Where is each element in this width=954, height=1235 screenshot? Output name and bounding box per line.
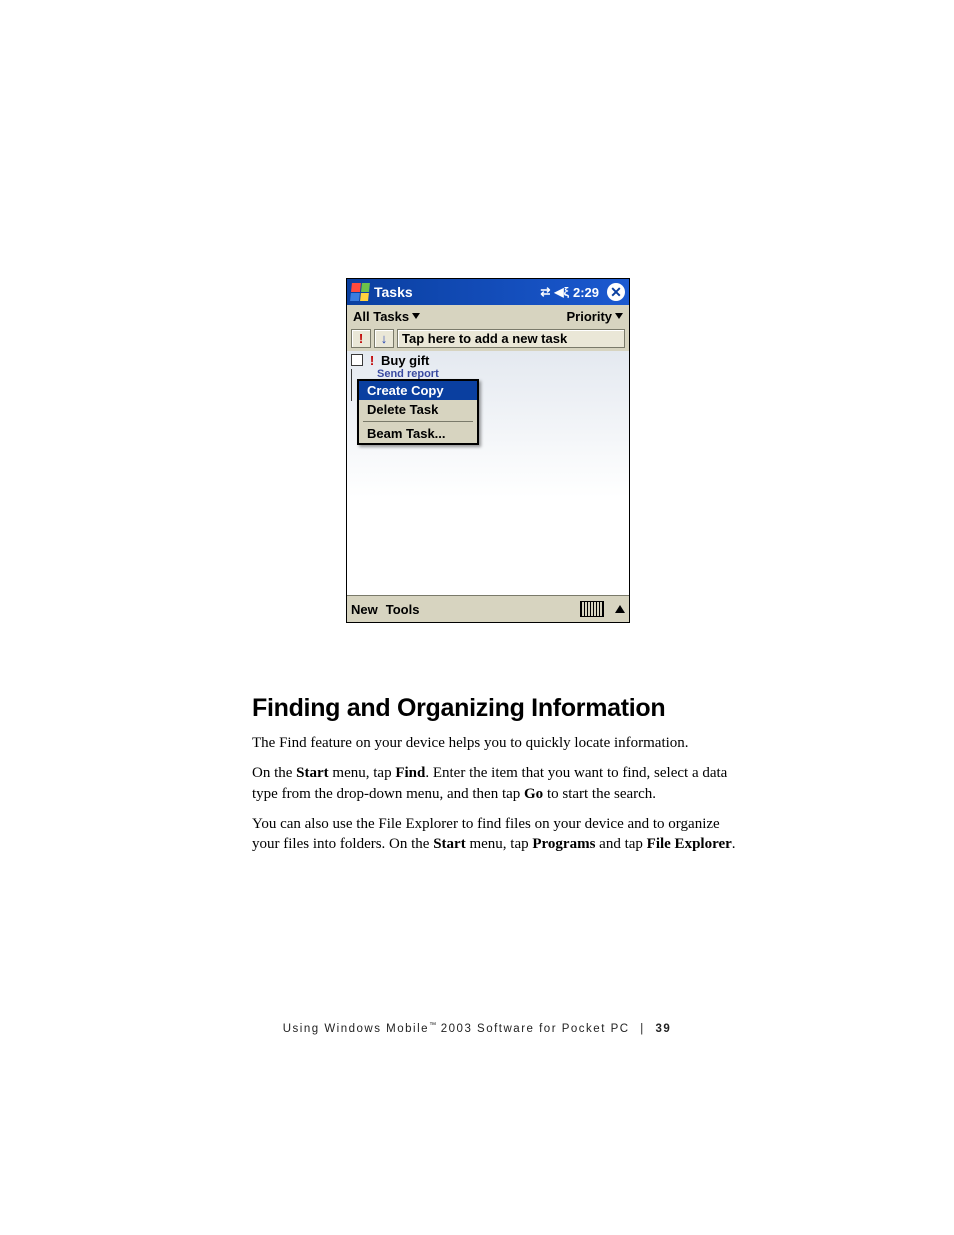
sort-priority-dropdown[interactable]: Priority: [566, 309, 623, 324]
task-row[interactable]: Send report: [347, 369, 629, 379]
chevron-down-icon: [412, 313, 420, 319]
paragraph: On the Start menu, tap Find. Enter the i…: [252, 763, 742, 804]
footer-text: Using Windows Mobile: [283, 1023, 429, 1035]
task-label: Send report: [377, 369, 439, 379]
filter-right-label: Priority: [566, 309, 612, 324]
task-label: Buy gift: [381, 353, 429, 368]
task-checkbox[interactable]: [351, 354, 363, 366]
priority-high-button[interactable]: !: [351, 329, 371, 348]
new-task-input[interactable]: Tap here to add a new task: [397, 329, 625, 348]
trademark-symbol: ™: [429, 1022, 436, 1029]
filter-bar: All Tasks Priority: [347, 305, 629, 327]
windows-flag-icon[interactable]: [350, 283, 370, 301]
filter-left-label: All Tasks: [353, 309, 409, 324]
clock-time: 2:29: [573, 285, 599, 300]
paragraph: You can also use the File Explorer to fi…: [252, 814, 742, 855]
priority-low-button[interactable]: ↓: [374, 329, 394, 348]
new-task-row: ! ↓ Tap here to add a new task: [347, 327, 629, 351]
connectivity-icon[interactable]: ⇄: [540, 285, 550, 299]
page-footer: Using Windows Mobile™ 2003 Software for …: [0, 1022, 954, 1035]
section-heading: Finding and Organizing Information: [252, 694, 742, 723]
task-checkbox[interactable]: [351, 369, 352, 401]
menu-item-create-copy[interactable]: Create Copy: [359, 381, 477, 400]
pocket-pc-screenshot: Tasks ⇄ ◀ξ 2:29 ✕ All Tasks Priority ! ↓: [346, 278, 630, 623]
sip-up-icon[interactable]: [615, 605, 625, 613]
menu-item-delete-task[interactable]: Delete Task: [359, 400, 477, 419]
new-task-placeholder: Tap here to add a new task: [402, 331, 567, 346]
task-list: ! Buy gift Send report Create Copy Delet…: [347, 351, 629, 595]
volume-icon[interactable]: ◀ξ: [554, 285, 569, 299]
footer-text: 2003 Software for Pocket PC: [436, 1023, 630, 1035]
menu-tools[interactable]: Tools: [386, 602, 420, 617]
task-row[interactable]: ! Buy gift: [347, 351, 629, 369]
paragraph: The Find feature on your device helps yo…: [252, 733, 742, 753]
page-number: 39: [655, 1023, 671, 1035]
document-body: Finding and Organizing Information The F…: [252, 694, 742, 864]
menu-separator: [363, 421, 473, 422]
title-bar: Tasks ⇄ ◀ξ 2:29 ✕: [347, 279, 629, 305]
command-bar: New Tools: [347, 595, 629, 622]
menu-new[interactable]: New: [351, 602, 378, 617]
app-title: Tasks: [374, 284, 413, 300]
priority-high-icon: !: [367, 353, 377, 368]
context-menu: Create Copy Delete Task Beam Task...: [357, 379, 479, 445]
footer-separator: |: [640, 1023, 645, 1035]
close-button[interactable]: ✕: [607, 283, 625, 301]
chevron-down-icon: [615, 313, 623, 319]
menu-item-beam-task[interactable]: Beam Task...: [359, 424, 477, 443]
keyboard-icon[interactable]: [580, 601, 604, 617]
filter-all-tasks-dropdown[interactable]: All Tasks: [353, 309, 420, 324]
